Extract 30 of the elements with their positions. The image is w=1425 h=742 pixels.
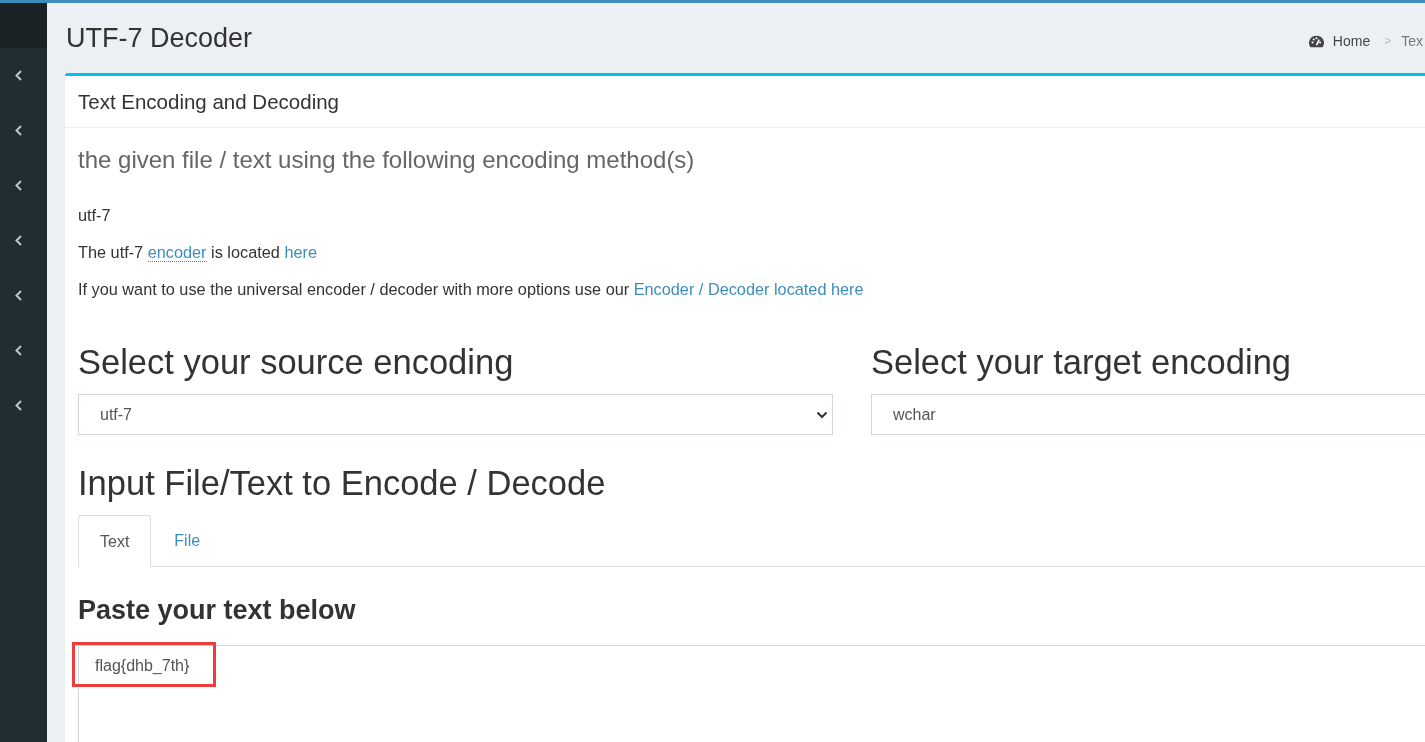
subtitle-text: the given file / text using the following encoding method(s) [78, 145, 696, 175]
description-text: utf-7 [78, 205, 112, 226]
breadcrumb-link[interactable]: Home [1332, 33, 1371, 49]
section-heading: Select your target encoding [871, 342, 1292, 383]
source-encoding-select[interactable]: utf-7 [78, 394, 833, 435]
target-encoding-select[interactable]: wchar [871, 394, 1425, 435]
chevron-left-icon[interactable] [15, 345, 22, 356]
section-heading: Input File/Text to Encode / Decode [78, 463, 607, 504]
chevron-left-icon[interactable] [15, 180, 22, 191]
tab[interactable]: File [152, 515, 223, 566]
box-title: Text Encoding and Decoding [65, 76, 1425, 128]
inline-link[interactable]: Encoder / Decoder located here [633, 280, 864, 298]
breadcrumb-link[interactable]: Tex [1401, 33, 1423, 49]
text-input-area[interactable]: flag{dhb_7th} [78, 645, 1425, 742]
breadcrumb-separator: > [1384, 34, 1392, 48]
panel-heading: Paste your text below [78, 594, 357, 627]
description-text: The utf-7 encoder is located here [78, 242, 318, 264]
chevron-left-icon[interactable] [15, 235, 22, 246]
chevron-left-icon[interactable] [15, 125, 22, 136]
tab[interactable]: Text [78, 515, 152, 567]
section-heading: Select your source encoding [78, 342, 515, 383]
chevron-down-icon [816, 410, 828, 419]
gauge-icon [1308, 34, 1324, 48]
description-text: If you want to use the universal encoder / decoder with more options use our Encoder / Decoder located here [78, 279, 865, 300]
chevron-left-icon[interactable] [15, 400, 22, 411]
term-link[interactable]: encoder [147, 243, 207, 262]
chevron-left-icon[interactable] [15, 290, 22, 301]
page-title: UTF-7 Decoder [66, 22, 253, 55]
chevron-left-icon[interactable] [15, 70, 22, 81]
inline-link[interactable]: here [284, 243, 317, 261]
